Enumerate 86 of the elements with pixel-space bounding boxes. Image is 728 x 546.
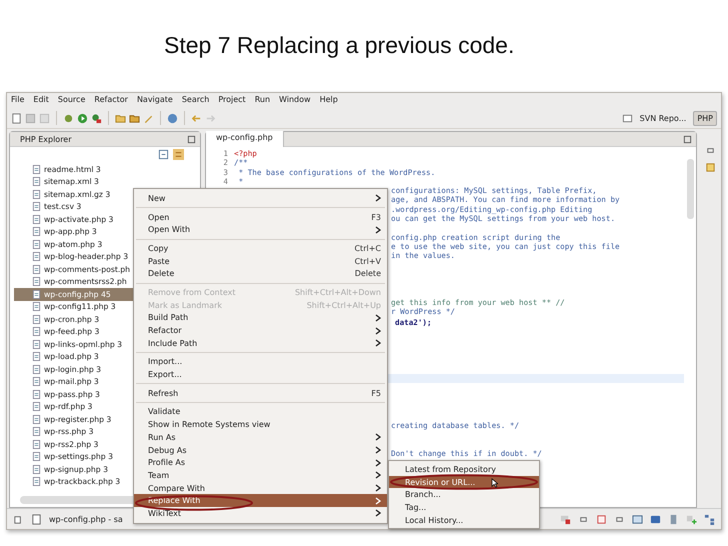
file-icon: [32, 290, 41, 299]
add-icon[interactable]: [686, 514, 697, 524]
context-menu-item[interactable]: Export...: [134, 368, 387, 381]
link-editor-icon[interactable]: [173, 149, 184, 160]
file-icon: [32, 477, 41, 486]
file-icon: [32, 377, 41, 386]
window-icon[interactable]: [632, 514, 643, 524]
file-icon: [32, 177, 41, 186]
file-icon: [32, 364, 41, 374]
file-icon: [32, 427, 41, 436]
monitor-icon[interactable]: [650, 514, 661, 524]
context-menu-item[interactable]: Profile As: [134, 456, 387, 470]
menu-item[interactable]: Help: [320, 95, 338, 106]
context-menu-item[interactable]: Compare With: [134, 482, 387, 494]
context-menu-item[interactable]: Paste Ctrl+V: [134, 254, 387, 268]
context-menu-item[interactable]: Refactor: [134, 324, 387, 337]
fast-view-icon[interactable]: [13, 514, 24, 524]
folder-icon[interactable]: [115, 112, 126, 124]
new-file-icon[interactable]: [11, 112, 22, 124]
submenu-item[interactable]: Tag...: [389, 501, 539, 514]
file-icon: [32, 240, 41, 249]
menu-item[interactable]: Window: [279, 95, 311, 106]
file-icon: [32, 277, 41, 286]
submenu-item[interactable]: Local History...: [389, 514, 539, 526]
context-menu-item[interactable]: Show in Remote Systems view: [134, 418, 387, 431]
file-icon: [32, 414, 41, 424]
menu-item[interactable]: Project: [218, 95, 246, 106]
menu-item[interactable]: Source: [58, 95, 86, 106]
status-text: wp-config.php - sa: [49, 514, 123, 524]
context-menu-item[interactable]: Run As: [134, 431, 387, 444]
file-icon: [32, 390, 41, 399]
context-menu-item[interactable]: Team: [134, 469, 387, 482]
menu-item[interactable]: File: [11, 95, 24, 106]
menu-item[interactable]: Edit: [33, 95, 49, 106]
context-menu-item[interactable]: New: [134, 192, 387, 205]
collapse-all-icon[interactable]: [158, 149, 169, 160]
submenu-item[interactable]: Latest from Repository: [389, 463, 539, 476]
file-icon: [32, 302, 41, 312]
file-icon: [32, 464, 41, 474]
play-icon[interactable]: [77, 112, 88, 124]
context-menu-item[interactable]: Import...: [134, 356, 387, 368]
context-menu-item[interactable]: Build Path: [134, 312, 387, 324]
restore-icon[interactable]: [704, 145, 716, 156]
open-perspective-icon[interactable]: [622, 112, 633, 124]
editor-tab[interactable]: wp-config.php: [206, 131, 284, 147]
file-icon: [32, 252, 41, 262]
context-menu-item[interactable]: Open With: [134, 223, 387, 236]
file-icon: [32, 440, 41, 449]
menu-item[interactable]: Run: [254, 95, 270, 106]
file-icon: [32, 214, 41, 224]
perspective-button[interactable]: PHP: [693, 110, 717, 126]
menu-item[interactable]: Refactor: [94, 95, 128, 106]
file-icon: [32, 202, 41, 212]
maximize-icon[interactable]: [683, 134, 692, 144]
run-tool-icon[interactable]: [91, 112, 102, 124]
menu-item[interactable]: Navigate: [136, 95, 173, 106]
file-icon: [32, 352, 41, 362]
note-icon[interactable]: [704, 162, 716, 173]
file-icon: [32, 264, 41, 274]
file-icon: [32, 227, 41, 236]
file-icon: [32, 164, 41, 174]
submenu-item[interactable]: Branch...: [389, 488, 539, 502]
context-menu-item[interactable]: Delete Delete: [134, 267, 387, 280]
file-icon: [32, 452, 41, 462]
context-menu-item[interactable]: Debug As: [134, 444, 387, 456]
slide-title: Step 7 Replacing a previous code.: [163, 31, 516, 60]
window-icon[interactable]: [596, 514, 607, 524]
context-menu-item[interactable]: Open F3: [134, 210, 387, 224]
context-menu-item[interactable]: Validate: [134, 406, 387, 418]
file-icon: [32, 314, 41, 324]
context-menu-item[interactable]: Include Path: [134, 336, 387, 350]
file-icon: [32, 340, 41, 349]
maximize-icon[interactable]: [187, 134, 196, 144]
file-icon: [31, 514, 42, 524]
folder-icon[interactable]: [129, 112, 140, 124]
context-menu-item[interactable]: WikiText: [134, 507, 387, 520]
file-icon: [32, 327, 41, 336]
context-menu-item[interactable]: Refresh F5: [134, 386, 387, 400]
menu-item[interactable]: Search: [182, 95, 210, 106]
mouse-cursor: [491, 478, 498, 488]
file-icon: [32, 402, 41, 412]
vertical-scrollbar[interactable]: [687, 159, 694, 219]
file-icon: [32, 190, 41, 199]
context-menu-item[interactable]: Copy Ctrl+C: [134, 242, 387, 255]
tree-icon[interactable]: [704, 514, 715, 524]
perspective-button[interactable]: SVN Repo...: [636, 110, 690, 126]
